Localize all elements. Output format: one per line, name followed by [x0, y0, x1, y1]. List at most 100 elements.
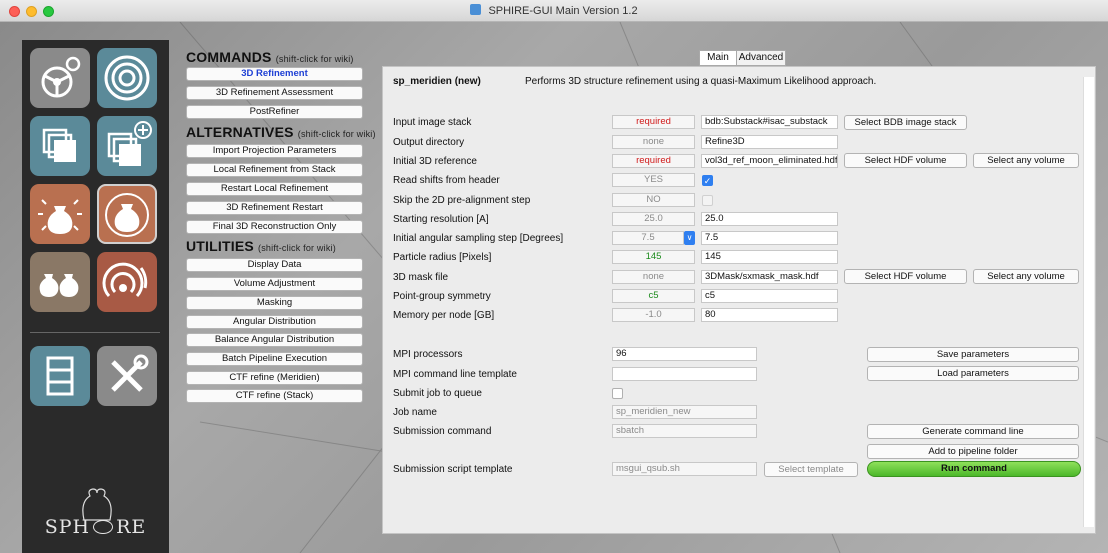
app-icon: [470, 4, 482, 15]
param-value-input-stack[interactable]: bdb:Substack#isac_substack: [701, 115, 838, 129]
submission-command-input[interactable]: sbatch: [612, 424, 757, 438]
param-value-ang-step[interactable]: 7.5: [701, 231, 838, 245]
param-value-symmetry[interactable]: c5: [701, 289, 838, 303]
main-panel: sp_meridien (new) Performs 3D structure …: [382, 66, 1096, 534]
read-shifts-checkbox[interactable]: ✓: [702, 175, 713, 186]
tab-advanced[interactable]: Advanced: [736, 50, 786, 66]
param-label-input-stack: Input image stack: [393, 117, 472, 128]
script-template-input[interactable]: msgui_qsub.sh: [612, 462, 757, 476]
cmd-ctf-refine-meridien[interactable]: CTF refine (Meridien): [186, 371, 363, 385]
mpi-processors-input[interactable]: 96: [612, 347, 757, 361]
icon-sidebar: SPH RE: [22, 40, 169, 553]
param-default-symmetry: c5: [612, 289, 695, 303]
param-default-ang-step: 7.5: [612, 231, 684, 245]
stack-add-icon[interactable]: [97, 116, 157, 176]
cmd-masking[interactable]: Masking: [186, 296, 363, 310]
cmd-local-refinement-from-stack[interactable]: Local Refinement from Stack: [186, 163, 363, 177]
diamond-logo-icon: [93, 520, 114, 534]
save-parameters-button[interactable]: Save parameters: [867, 347, 1079, 362]
program-name: sp_meridien (new): [393, 76, 481, 87]
tab-main[interactable]: Main: [699, 50, 737, 66]
select-any-volume-button-2[interactable]: Select any volume: [973, 269, 1079, 284]
param-label-start-res: Starting resolution [A]: [393, 214, 489, 225]
bag-refine-icon[interactable]: [97, 184, 157, 244]
param-label-read-shifts: Read shifts from header: [393, 175, 500, 186]
param-value-memory[interactable]: 80: [701, 308, 838, 322]
param-value-start-res[interactable]: 25.0: [701, 212, 838, 226]
param-value-radius[interactable]: 145: [701, 250, 838, 264]
mpi-template-input[interactable]: [612, 367, 757, 381]
alternatives-heading: ALTERNATIVES (shift-click for wiki): [186, 124, 376, 140]
signal-waves-icon[interactable]: [97, 252, 157, 312]
window-title-wrap: SPHIRE-GUI Main Version 1.2: [0, 4, 1108, 17]
param-default-memory: -1.0: [612, 308, 695, 322]
param-default-radius: 145: [612, 250, 695, 264]
sidebar-divider: [30, 332, 160, 333]
two-bags-icon[interactable]: [30, 252, 90, 312]
cmd-import-projection-parameters[interactable]: Import Projection Parameters: [186, 144, 363, 158]
select-any-volume-button-1[interactable]: Select any volume: [973, 153, 1079, 168]
run-command-button[interactable]: Run command: [867, 461, 1081, 477]
gear-steering-icon[interactable]: [30, 48, 90, 108]
add-to-pipeline-button[interactable]: Add to pipeline folder: [867, 444, 1079, 459]
cmd-batch-pipeline-execution[interactable]: Batch Pipeline Execution: [186, 352, 363, 366]
param-default-skip-prealign: NO: [612, 193, 695, 207]
param-label-mask: 3D mask file: [393, 272, 449, 283]
param-label-initial-ref: Initial 3D reference: [393, 156, 477, 167]
cmd-balance-angular-distribution[interactable]: Balance Angular Distribution: [186, 333, 363, 347]
utilities-heading: UTILITIES (shift-click for wiki): [186, 238, 336, 254]
stack-icon[interactable]: [30, 116, 90, 176]
param-label-radius: Particle radius [Pixels]: [393, 252, 492, 263]
select-template-button[interactable]: Select template: [764, 462, 858, 477]
param-value-mask[interactable]: 3DMask/sxmask_mask.hdf: [701, 270, 838, 284]
generate-command-line-button[interactable]: Generate command line: [867, 424, 1079, 439]
program-description: Performs 3D structure refinement using a…: [525, 76, 877, 87]
cmd-3d-refinement[interactable]: 3D Refinement: [186, 67, 363, 81]
cmd-postrefiner[interactable]: PostRefiner: [186, 105, 363, 119]
select-bdb-stack-button[interactable]: Select BDB image stack: [844, 115, 967, 130]
film-strip-icon[interactable]: [30, 346, 90, 406]
param-default-start-res: 25.0: [612, 212, 695, 226]
script-template-label: Submission script template: [393, 464, 513, 475]
sphire-logo: SPH RE: [44, 516, 147, 538]
select-hdf-volume-button-1[interactable]: Select HDF volume: [844, 153, 967, 168]
skip-prealign-checkbox[interactable]: [702, 195, 713, 206]
bag-rays-icon[interactable]: [30, 184, 90, 244]
target-rings-icon[interactable]: [97, 48, 157, 108]
commands-heading: COMMANDS (shift-click for wiki): [186, 49, 354, 65]
title-bar: SPHIRE-GUI Main Version 1.2: [0, 0, 1108, 22]
cmd-display-data[interactable]: Display Data: [186, 258, 363, 272]
param-value-initial-ref[interactable]: vol3d_ref_moon_eliminated.hdf: [701, 154, 838, 168]
param-default-input-stack: required: [612, 115, 695, 129]
tools-icon[interactable]: [97, 346, 157, 406]
cmd-ctf-refine-stack[interactable]: CTF refine (Stack): [186, 389, 363, 403]
param-default-initial-ref: required: [612, 154, 695, 168]
chevron-down-icon[interactable]: ∨: [684, 231, 695, 245]
cmd-volume-adjustment[interactable]: Volume Adjustment: [186, 277, 363, 291]
mpi-processors-label: MPI processors: [393, 349, 463, 360]
job-name-label: Job name: [393, 407, 437, 418]
cmd-3d-refinement-assessment[interactable]: 3D Refinement Assessment: [186, 86, 363, 100]
param-label-symmetry: Point-group symmetry: [393, 291, 491, 302]
submit-queue-checkbox[interactable]: [612, 388, 623, 399]
param-label-output-dir: Output directory: [393, 137, 465, 148]
job-name-input[interactable]: sp_meridien_new: [612, 405, 757, 419]
window-title: SPHIRE-GUI Main Version 1.2: [488, 5, 638, 17]
submit-queue-label: Submit job to queue: [393, 388, 482, 399]
load-parameters-button[interactable]: Load parameters: [867, 366, 1079, 381]
cmd-angular-distribution[interactable]: Angular Distribution: [186, 315, 363, 329]
cmd-restart-local-refinement[interactable]: Restart Local Refinement: [186, 182, 363, 196]
mpi-template-label: MPI command line template: [393, 369, 517, 380]
param-label-memory: Memory per node [GB]: [393, 310, 495, 321]
cmd-final-3d-reconstruction[interactable]: Final 3D Reconstruction Only: [186, 220, 363, 234]
select-hdf-volume-button-2[interactable]: Select HDF volume: [844, 269, 967, 284]
param-default-output-dir: none: [612, 135, 695, 149]
param-label-ang-step: Initial angular sampling step [Degrees]: [393, 233, 564, 244]
cmd-3d-refinement-restart[interactable]: 3D Refinement Restart: [186, 201, 363, 215]
param-default-read-shifts: YES: [612, 173, 695, 187]
param-label-skip-prealign: Skip the 2D pre-alignment step: [393, 195, 531, 206]
param-value-output-dir[interactable]: Refine3D: [701, 135, 838, 149]
panel-scrollbar[interactable]: [1083, 77, 1094, 527]
param-default-mask: none: [612, 270, 695, 284]
submission-command-label: Submission command: [393, 426, 492, 437]
